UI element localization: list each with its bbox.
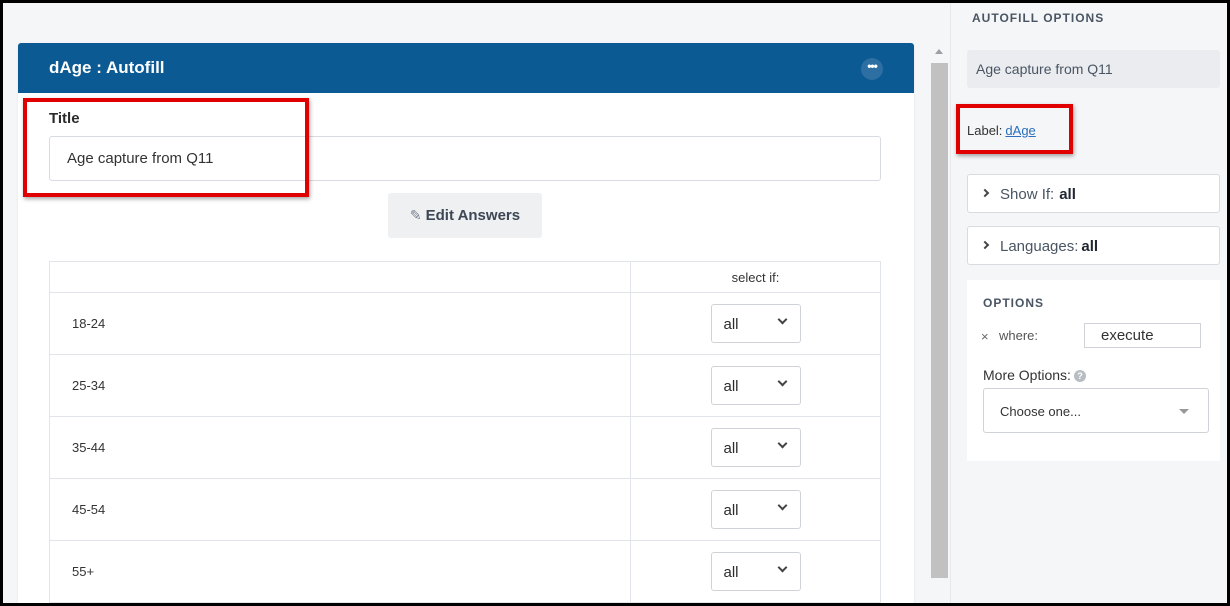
highlight-box-title bbox=[23, 98, 309, 197]
autofill-options-sidebar: AUTOFILL OPTIONS Age capture from Q11 La… bbox=[950, 3, 1227, 603]
options-card: OPTIONS × where: More Options:? Choose o… bbox=[967, 280, 1220, 461]
languages-label: Languages: bbox=[1000, 238, 1079, 255]
chevron-down-icon bbox=[777, 376, 787, 387]
answer-label: 25-34 bbox=[49, 354, 631, 417]
more-options-text: More Options: bbox=[983, 367, 1071, 383]
table-header-row: select if: bbox=[49, 261, 881, 293]
chevron-right-icon bbox=[980, 240, 990, 250]
sidebar-heading: AUTOFILL OPTIONS bbox=[972, 11, 1105, 25]
where-input[interactable] bbox=[1084, 323, 1201, 348]
highlight-box-label bbox=[956, 104, 1073, 154]
languages-toggle[interactable]: Languages: all bbox=[967, 226, 1220, 265]
panel-title: dAge : Autofill bbox=[49, 58, 165, 77]
show-if-label: Show If: bbox=[1000, 186, 1055, 203]
select-value: all bbox=[723, 316, 739, 333]
pencil-icon: ✎ bbox=[409, 207, 422, 223]
show-if-value: all bbox=[1059, 186, 1076, 203]
answer-label: 55+ bbox=[49, 540, 631, 603]
choose-placeholder: Choose one... bbox=[1000, 404, 1081, 419]
options-heading: OPTIONS bbox=[983, 296, 1045, 310]
edit-answers-button[interactable]: ✎ Edit Answers bbox=[388, 193, 542, 238]
table-row: 35-44 all bbox=[49, 416, 881, 479]
select-if-dropdown[interactable]: all bbox=[710, 490, 801, 529]
select-value: all bbox=[723, 440, 739, 457]
panel-header: dAge : Autofill ••• bbox=[18, 43, 914, 93]
table-row: 25-34 all bbox=[49, 354, 881, 417]
app-window: dAge : Autofill ••• Title ✎Edit Answers … bbox=[3, 3, 1227, 603]
scrollbar[interactable] bbox=[930, 43, 948, 603]
chevron-down-icon bbox=[777, 314, 787, 325]
chevron-right-icon bbox=[980, 188, 990, 198]
select-value: all bbox=[723, 378, 739, 395]
show-if-text: Show If: all bbox=[1000, 186, 1076, 203]
table-row: 45-54 all bbox=[49, 478, 881, 541]
caret-down-icon bbox=[1179, 409, 1189, 414]
more-options-label: More Options:? bbox=[983, 367, 1086, 383]
answer-label: 35-44 bbox=[49, 416, 631, 479]
select-if-dropdown[interactable]: all bbox=[710, 428, 801, 467]
answer-label: 45-54 bbox=[49, 478, 631, 541]
languages-value: all bbox=[1081, 238, 1099, 255]
answer-label: 18-24 bbox=[49, 292, 631, 355]
edit-answers-label: Edit Answers bbox=[425, 207, 521, 224]
select-value: all bbox=[723, 564, 739, 581]
sidebar-description: Age capture from Q11 bbox=[967, 50, 1220, 88]
answers-table: select if: 18-24 all 25-34 all 35-44 all… bbox=[49, 261, 881, 603]
remove-where-icon[interactable]: × bbox=[981, 329, 989, 344]
chevron-down-icon bbox=[777, 500, 787, 511]
select-if-dropdown[interactable]: all bbox=[710, 552, 801, 591]
select-if-dropdown[interactable]: all bbox=[710, 304, 801, 343]
select-value: all bbox=[723, 502, 739, 519]
chevron-down-icon bbox=[777, 562, 787, 573]
languages-text: Languages: all bbox=[1000, 238, 1098, 255]
more-options-icon[interactable]: ••• bbox=[861, 58, 883, 80]
help-icon[interactable]: ? bbox=[1073, 370, 1086, 383]
show-if-toggle[interactable]: Show If: all bbox=[967, 174, 1220, 213]
more-options-select[interactable]: Choose one... bbox=[983, 388, 1209, 433]
scroll-up-arrow-icon[interactable] bbox=[935, 49, 943, 54]
table-header-select-if: select if: bbox=[630, 261, 881, 293]
table-row: 55+ all bbox=[49, 540, 881, 603]
table-row: 18-24 all bbox=[49, 292, 881, 355]
select-if-dropdown[interactable]: all bbox=[710, 366, 801, 405]
where-label: where: bbox=[999, 328, 1039, 343]
table-header-answer bbox=[49, 261, 631, 293]
scrollbar-thumb[interactable] bbox=[931, 63, 948, 578]
chevron-down-icon bbox=[777, 438, 787, 449]
